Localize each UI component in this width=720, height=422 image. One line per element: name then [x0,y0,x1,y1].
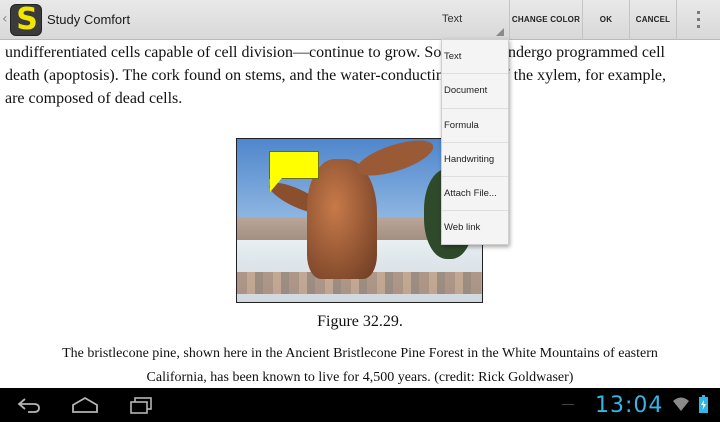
action-bar: ‹ S Study Comfort Text CHANGE COLOR OK C… [0,0,720,40]
overflow-dot [697,18,700,21]
spinner-value: Text [442,13,463,25]
back-nav-icon[interactable] [16,396,42,414]
up-chevron-icon[interactable]: ‹ [2,11,8,27]
overflow-dot [697,11,700,14]
recent-apps-icon[interactable] [128,396,154,414]
reader-content[interactable]: undifferentiated cells capable of cell d… [0,40,720,388]
dropdown-item-handwriting[interactable]: Handwriting [442,143,508,178]
home-nav-icon[interactable] [70,396,100,414]
content-type-spinner[interactable]: Text [436,0,508,40]
dropdown-item-formula[interactable]: Formula [442,109,508,143]
text-line: undifferentiated cells capable of cell d… [5,44,665,61]
content-type-dropdown: Text Document Formula Handwriting Attach… [441,39,509,245]
overflow-dot [697,25,700,28]
dropdown-item-text[interactable]: Text [442,40,508,75]
notification-divider [562,404,574,405]
status-clock[interactable]: 13:04 [595,393,663,418]
dropdown-item-document[interactable]: Document [442,74,508,109]
change-color-button[interactable]: CHANGE COLOR [509,0,582,40]
text-line: death (apoptosis). The cork found on ste… [5,67,666,84]
text-line: are composed of dead cells. [5,90,183,107]
battery-icon [699,395,708,413]
dropdown-item-attach-file[interactable]: Attach File... [442,177,508,212]
cancel-button[interactable]: CANCEL [629,0,676,40]
app-title: Study Comfort [47,12,131,27]
text-line: The bristlecone pine, shown here in the … [62,346,658,361]
text-line: California, has been known to live for 4… [146,370,574,385]
spinner-arrow-icon [496,28,504,36]
figure-caption: Figure 32.29. [317,313,403,330]
app-logo-letter: S [16,4,38,36]
dropdown-item-web-link[interactable]: Web link [442,211,508,245]
overflow-menu-icon[interactable] [676,0,720,40]
system-navigation-bar: 13:04 [0,388,720,422]
note-callout-tail [270,178,282,192]
wifi-icon [673,397,689,411]
ok-button[interactable]: OK [582,0,629,40]
app-logo-icon[interactable]: S [10,4,42,36]
note-callout-marker[interactable] [269,151,319,179]
